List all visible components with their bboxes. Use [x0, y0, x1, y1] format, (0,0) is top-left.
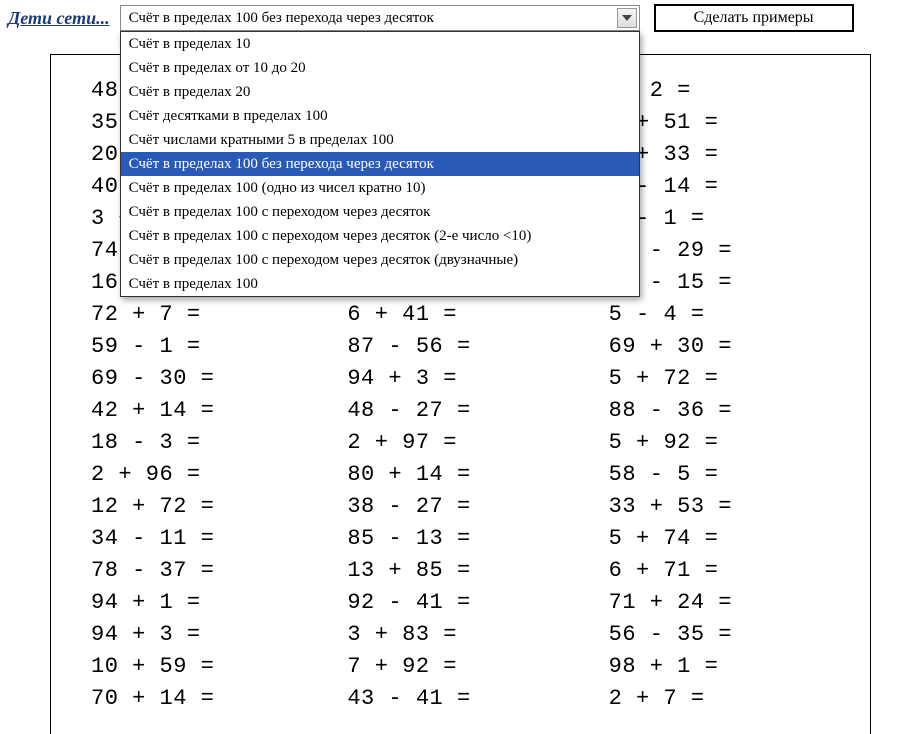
- problem: 3 + 83 =: [347, 619, 568, 651]
- site-link[interactable]: Дети сети...: [8, 8, 110, 29]
- select-value: Счёт в пределах 100 без перехода через д…: [129, 10, 434, 27]
- generate-button[interactable]: Сделать примеры: [654, 4, 854, 32]
- problem: - 1 =: [609, 203, 830, 235]
- problem: 76 - 15 =: [609, 267, 830, 299]
- problem: 72 + 7 =: [91, 299, 312, 331]
- dropdown-option[interactable]: Счёт в пределах 20: [121, 80, 639, 104]
- problem: 2 + 96 =: [91, 459, 312, 491]
- problem: 7 + 92 =: [347, 651, 568, 683]
- problem: 85 - 13 =: [347, 523, 568, 555]
- problem: 6 + 71 =: [609, 555, 830, 587]
- dropdown-option[interactable]: Счёт в пределах 10: [121, 32, 639, 56]
- problem: 78 - 37 =: [91, 555, 312, 587]
- problem: 58 - 5 =: [609, 459, 830, 491]
- problem: 59 - 1 =: [91, 331, 312, 363]
- problem: 80 + 14 =: [347, 459, 568, 491]
- problem: 33 + 53 =: [609, 491, 830, 523]
- problem: 98 + 1 =: [609, 651, 830, 683]
- problem: 5 + 33 =: [609, 139, 830, 171]
- problem: 94 + 3 =: [91, 619, 312, 651]
- problem: 88 - 36 =: [609, 395, 830, 427]
- problem: 9 - 14 =: [609, 171, 830, 203]
- problem: 2 + 97 =: [347, 427, 568, 459]
- problem: 6 + 41 =: [347, 299, 568, 331]
- mode-dropdown: Счёт в пределах 10Счёт в пределах от 10 …: [120, 31, 640, 297]
- dropdown-option[interactable]: Счёт в пределах 100 (одно из чисел кратн…: [121, 176, 639, 200]
- problem: - 2 =: [609, 75, 830, 107]
- dropdown-option[interactable]: Счёт в пределах 100: [121, 272, 639, 296]
- problem: 3 + 51 =: [609, 107, 830, 139]
- dropdown-option[interactable]: Счёт в пределах 100 с переходом через де…: [121, 248, 639, 272]
- generate-button-label: Сделать примеры: [694, 9, 814, 27]
- problem: 92 - 41 =: [347, 587, 568, 619]
- problem: 10 + 59 =: [91, 651, 312, 683]
- problem: 70 + 14 =: [91, 683, 312, 715]
- problem: 38 - 27 =: [347, 491, 568, 523]
- problem: 5 + 72 =: [609, 363, 830, 395]
- problem: 13 + 85 =: [347, 555, 568, 587]
- dropdown-option[interactable]: Счёт числами кратными 5 в пределах 100: [121, 128, 639, 152]
- problem: 59 - 29 =: [609, 235, 830, 267]
- problem: 2 + 7 =: [609, 683, 830, 715]
- problem: 34 - 11 =: [91, 523, 312, 555]
- problem: 94 + 1 =: [91, 587, 312, 619]
- problem: 18 - 3 =: [91, 427, 312, 459]
- problem: 94 + 3 =: [347, 363, 568, 395]
- top-toolbar: Дети сети... Счёт в пределах 100 без пер…: [0, 0, 921, 36]
- problem: 69 - 30 =: [91, 363, 312, 395]
- problem: 69 + 30 =: [609, 331, 830, 363]
- problem: 71 + 24 =: [609, 587, 830, 619]
- problem: 5 + 74 =: [609, 523, 830, 555]
- dropdown-option[interactable]: Счёт в пределах 100 с переходом через де…: [121, 224, 639, 248]
- dropdown-option[interactable]: Счёт десятками в пределах 100: [121, 104, 639, 128]
- chevron-down-icon[interactable]: [617, 8, 637, 28]
- problem: 56 - 35 =: [609, 619, 830, 651]
- problem: 87 - 56 =: [347, 331, 568, 363]
- problem: 5 - 4 =: [609, 299, 830, 331]
- problem: 5 + 92 =: [609, 427, 830, 459]
- dropdown-option[interactable]: Счёт в пределах 100 без перехода через д…: [121, 152, 639, 176]
- dropdown-option[interactable]: Счёт в пределах 100 с переходом через де…: [121, 200, 639, 224]
- dropdown-option[interactable]: Счёт в пределах от 10 до 20: [121, 56, 639, 80]
- problem: 48 - 27 =: [347, 395, 568, 427]
- problem: 43 - 41 =: [347, 683, 568, 715]
- problem: 42 + 14 =: [91, 395, 312, 427]
- select-wrap: Счёт в пределах 100 без перехода через д…: [120, 5, 640, 31]
- problem: 12 + 72 =: [91, 491, 312, 523]
- mode-select[interactable]: Счёт в пределах 100 без перехода через д…: [120, 5, 640, 31]
